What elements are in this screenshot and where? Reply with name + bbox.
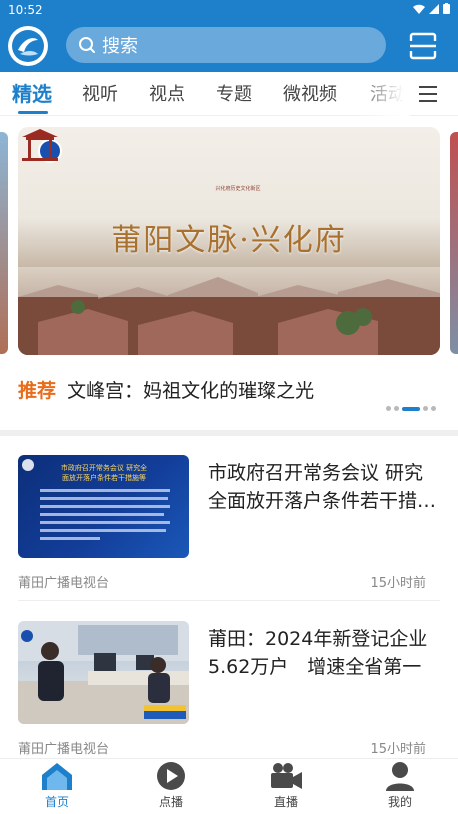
- home-icon: [42, 763, 72, 790]
- carousel-dot: [386, 406, 391, 411]
- menu-icon[interactable]: [416, 82, 440, 106]
- tab-micro-video[interactable]: 微视频: [283, 80, 337, 106]
- banner-next-peek[interactable]: [450, 132, 458, 354]
- gate-emblem-icon: [22, 129, 58, 161]
- nav-home-label: 首页: [44, 795, 69, 809]
- featured-headline[interactable]: 推荐 文峰宫：妈祖文化的璀璨之光: [18, 376, 438, 404]
- news-title: 市政府召开常务会议 研究全面放开落户条件若干措…: [208, 462, 437, 512]
- nav-live[interactable]: 直播: [246, 761, 326, 810]
- section-divider: [0, 430, 458, 436]
- search-icon: [79, 37, 95, 53]
- nav-profile[interactable]: 我的: [360, 761, 440, 810]
- category-tabs: 精选 视听 视点 专题 微视频 活动: [0, 72, 458, 116]
- thumbnail-text-block: [40, 487, 170, 550]
- tab-viewpoint[interactable]: 视点: [149, 80, 185, 106]
- carousel-dot: [423, 406, 428, 411]
- tab-topics[interactable]: 专题: [216, 80, 252, 106]
- news-thumbnail: 市政府召开常务会议 研究全面放开落户条件若干措施等: [18, 455, 189, 558]
- banner-subtitle: 兴化府历史文化街区: [215, 186, 261, 192]
- item-separator: [18, 600, 440, 601]
- video-camera-icon: [271, 763, 302, 789]
- thumbnail-logo: [22, 459, 34, 471]
- logo-icon: [12, 30, 44, 62]
- news-thumbnail: [18, 621, 189, 724]
- banner-title: 莆阳文脉·兴化府: [111, 223, 347, 258]
- thumbnail-office-scene: [18, 621, 189, 724]
- user-icon: [386, 762, 414, 791]
- search-bar[interactable]: 搜索: [66, 27, 386, 63]
- nav-home[interactable]: 首页: [17, 761, 97, 810]
- bottom-navigation: 首页 点播 直播 我的: [0, 758, 458, 814]
- signal-icon: [429, 3, 439, 14]
- header: 搜索: [0, 20, 458, 72]
- tab-featured[interactable]: 精选: [12, 78, 52, 107]
- status-icons: [413, 3, 450, 14]
- thumbnail-text-lines: [40, 489, 170, 540]
- news-source: 莆田广播电视台: [18, 742, 110, 757]
- thumbnail-headline: 市政府召开常务会议 研究全面放开落户条件若干措施等: [60, 464, 148, 482]
- banner-prev-peek[interactable]: [0, 132, 8, 354]
- news-title: 莆田：2024年新登记企业5.62万户 增速全省第一: [208, 628, 428, 678]
- wifi-icon: [413, 4, 425, 14]
- scan-icon[interactable]: [408, 31, 438, 61]
- carousel-dot: [431, 406, 436, 411]
- tabs-fade: [350, 72, 410, 116]
- tab-audio-video[interactable]: 视听: [82, 80, 118, 106]
- carousel-dot-active: [402, 406, 420, 411]
- nav-on-demand[interactable]: 点播: [131, 761, 211, 810]
- news-time: 15小时前: [370, 742, 426, 757]
- carousel-indicator: [386, 406, 436, 411]
- active-tab-indicator: [18, 111, 48, 114]
- carousel-dot: [394, 406, 399, 411]
- search-placeholder: 搜索: [102, 36, 138, 57]
- nav-on-demand-label: 点播: [158, 795, 183, 809]
- status-bar: 10:52: [0, 0, 458, 20]
- status-time: 10:52: [8, 3, 43, 17]
- featured-title: 文峰宫：妈祖文化的璀璨之光: [67, 380, 315, 402]
- app-logo[interactable]: [8, 26, 48, 66]
- recommend-tag: 推荐: [18, 380, 57, 402]
- news-source: 莆田广播电视台: [18, 576, 110, 591]
- news-time: 15小时前: [370, 576, 426, 591]
- nav-live-label: 直播: [273, 795, 298, 809]
- banner-carousel[interactable]: 兴化府历史文化街区 莆阳文脉·兴化府: [18, 127, 440, 355]
- nav-profile-label: 我的: [387, 795, 412, 809]
- battery-icon: [443, 3, 450, 14]
- play-icon: [157, 762, 185, 790]
